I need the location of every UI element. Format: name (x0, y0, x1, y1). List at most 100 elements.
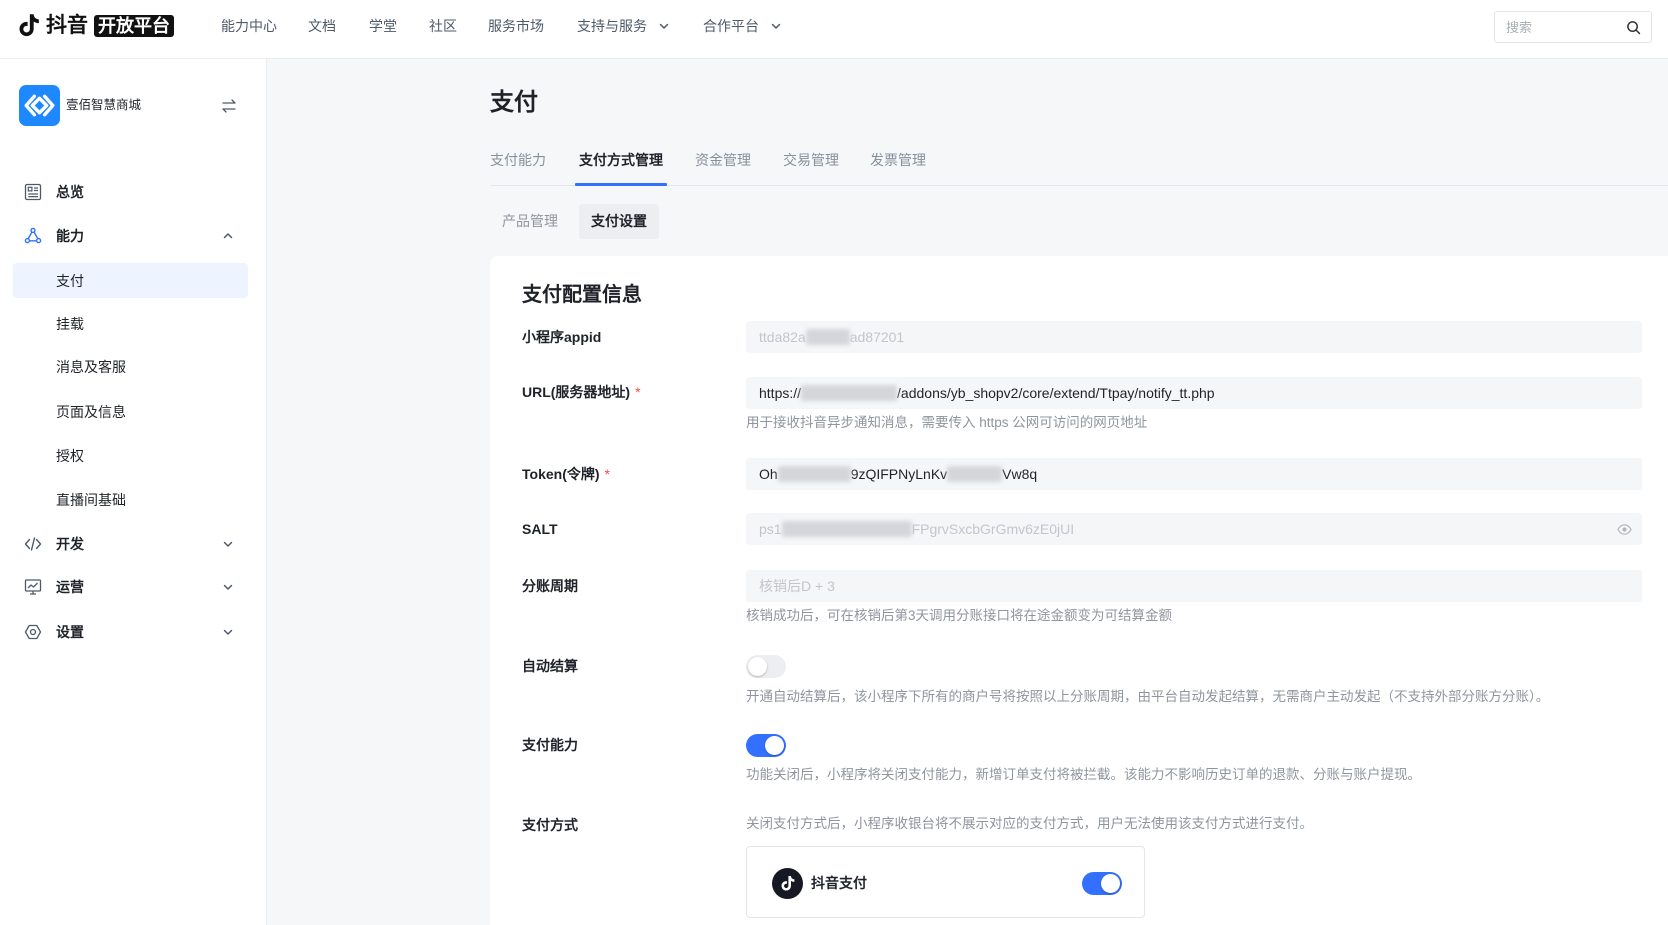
sidebar-item-payment[interactable]: 支付 (13, 263, 248, 298)
field-label-text: 支付方式 (522, 817, 578, 833)
nav-item-service-market[interactable]: 服务市场 (488, 17, 544, 35)
settle-cycle-label: 分账周期 (522, 577, 578, 595)
tab-fund-management[interactable]: 资金管理 (695, 151, 751, 169)
salt-field: ps1 FPgrvSxcbGrGmv6zE0jUI (746, 513, 1642, 545)
pay-method-card-douyin-pay: 抖音支付 (746, 846, 1145, 918)
nav-item-academy[interactable]: 学堂 (369, 17, 397, 35)
nav-item-label: 合作平台 (703, 18, 759, 34)
nav-item-label: 社区 (429, 18, 457, 34)
overview-icon (24, 183, 42, 200)
pay-methods-help-text: 关闭支付方式后，小程序收银台将不展示对应的支付方式，用户无法使用该支付方式进行支… (746, 816, 1313, 831)
tab-payment-method-management[interactable]: 支付方式管理 (579, 151, 663, 169)
chevron-up-icon (223, 233, 233, 239)
redacted-block (801, 385, 898, 401)
token-input[interactable]: Oh 9zQIFPNyLnKv Vw8q (746, 458, 1642, 490)
main-content: 支付 支付能力 支付方式管理 资金管理 交易管理 发票管理 产品管理 支付设置 … (267, 59, 1668, 925)
douyin-pay-toggle[interactable] (1082, 871, 1122, 895)
field-label-text: 分账周期 (522, 578, 578, 594)
section-title: 支付配置信息 (522, 284, 642, 306)
field-value-part: FPgrvSxcbGrGmv6zE0jUI (911, 521, 1075, 537)
field-label-text: URL(服务器地址) (522, 384, 631, 400)
subtab-payment-settings[interactable]: 支付设置 (579, 204, 659, 239)
settle-cycle-help-text: 核销成功后，可在核销后第3天调用分账接口将在途金额变为可结算金额 (746, 607, 1173, 623)
pay-methods-label: 支付方式 (522, 816, 578, 834)
required-mark: * (635, 384, 641, 400)
nav-item-ability-center[interactable]: 能力中心 (221, 17, 277, 35)
field-value-part: Vw8q (1002, 466, 1038, 482)
sidebar-item-ability[interactable]: 能力 (13, 219, 248, 254)
field-label-text: Token(令牌) (522, 466, 600, 482)
field-label-text: 自动结算 (522, 657, 578, 674)
app-name: 壹佰智慧商城 (66, 98, 142, 112)
sidebar-item-overview[interactable]: 总览 (13, 174, 248, 209)
url-help-text: 用于接收抖音异步通知消息，需要传入 https 公网可访问的网页地址 (746, 415, 1148, 430)
sidebar-item-operations[interactable]: 运营 (13, 570, 248, 605)
pay-ability-label: 支付能力 (522, 736, 578, 754)
search-input[interactable] (1506, 18, 1616, 36)
app-switcher: 壹佰智慧商城 (0, 59, 266, 149)
tab-invoice-management[interactable]: 发票管理 (870, 151, 926, 169)
ability-icon (24, 227, 42, 244)
active-tab-indicator (575, 183, 667, 186)
field-value-part: /addons/yb_shopv2/core/extend/Ttpay/noti… (897, 385, 1215, 401)
sidebar-item-label: 设置 (56, 624, 84, 640)
nav-item-docs[interactable]: 文档 (308, 17, 336, 35)
redacted-block (805, 329, 850, 345)
douyin-logo-icon (772, 867, 803, 899)
chevron-down-icon (223, 629, 233, 635)
salt-label: SALT (522, 520, 558, 538)
appid-field: ttda82a ad87201 (746, 321, 1642, 353)
auto-settle-label: 自动结算 (522, 657, 578, 675)
field-value-part: 9zQIFPNyLnKv (850, 466, 948, 482)
toggle-knob (748, 657, 767, 676)
auto-settle-help-text: 开通自动结算后，该小程序下所有的商户号将按照以上分账周期，由平台自动发起结算，无… (746, 688, 1550, 704)
sidebar-item-message-service[interactable]: 消息及客服 (13, 350, 248, 385)
sidebar-item-mount[interactable]: 挂载 (13, 306, 248, 341)
appid-label: 小程序appid (522, 328, 601, 346)
sidebar-item-live-room-basics[interactable]: 直播间基础 (13, 483, 248, 518)
switch-app-icon[interactable] (221, 98, 237, 114)
payment-config-card: 支付配置信息 小程序appid ttda82a ad87201 URL(服务器地… (490, 256, 1668, 925)
monitor-chart-icon (24, 579, 42, 595)
sidebar-item-pages-info[interactable]: 页面及信息 (13, 394, 248, 429)
auto-settle-toggle[interactable] (746, 655, 786, 678)
sidebar-item-label: 消息及客服 (56, 359, 126, 375)
douyin-logo-icon (19, 14, 39, 37)
nav-item-support-services[interactable]: 支持与服务 (577, 17, 670, 35)
field-value-part: ps1 (759, 521, 782, 537)
token-label: Token(令牌) * (522, 465, 610, 483)
toggle-knob (1101, 873, 1120, 893)
nav-item-community[interactable]: 社区 (429, 17, 457, 35)
search-icon[interactable] (1626, 20, 1641, 35)
redacted-block (781, 521, 912, 537)
nav-item-partner-platform[interactable]: 合作平台 (703, 17, 782, 35)
sidebar-item-label: 直播间基础 (56, 492, 126, 508)
tab-transaction-management[interactable]: 交易管理 (783, 151, 839, 169)
sidebar-item-develop[interactable]: 开发 (13, 526, 248, 561)
logo-brand-text: 抖音 (46, 14, 88, 37)
pay-ability-toggle[interactable] (746, 734, 786, 757)
settings-icon (24, 624, 42, 640)
sidebar-item-settings[interactable]: 设置 (13, 615, 248, 650)
field-label-text: 支付能力 (522, 737, 578, 753)
tab-payment-ability[interactable]: 支付能力 (490, 151, 546, 169)
field-value-part: ttda82a (759, 329, 806, 345)
sidebar-item-label: 运营 (56, 579, 84, 595)
eye-icon[interactable] (1617, 522, 1632, 537)
search-box[interactable] (1494, 11, 1652, 43)
server-url-input[interactable]: https:// /addons/yb_shopv2/core/extend/T… (746, 377, 1642, 409)
nav-item-label: 学堂 (369, 18, 397, 34)
redacted-block (777, 466, 851, 482)
pay-ability-help-text: 功能关闭后，小程序将关闭支付能力，新增订单支付将被拦截。该能力不影响历史订单的退… (746, 767, 1421, 782)
sidebar-item-authorization[interactable]: 授权 (13, 438, 248, 473)
redacted-block (947, 466, 1003, 482)
field-value-part: ad87201 (849, 329, 905, 345)
douyin-open-platform-logo[interactable]: 抖音 开放平台 (0, 0, 180, 58)
sidebar-item-label: 总览 (56, 183, 84, 200)
subtab-product-management[interactable]: 产品管理 (502, 204, 558, 239)
url-label: URL(服务器地址) * (522, 383, 641, 401)
field-value-part: Oh (759, 466, 778, 482)
chevron-down-icon (771, 23, 781, 29)
field-label-text: SALT (522, 521, 558, 537)
field-value-part: https:// (759, 385, 802, 401)
